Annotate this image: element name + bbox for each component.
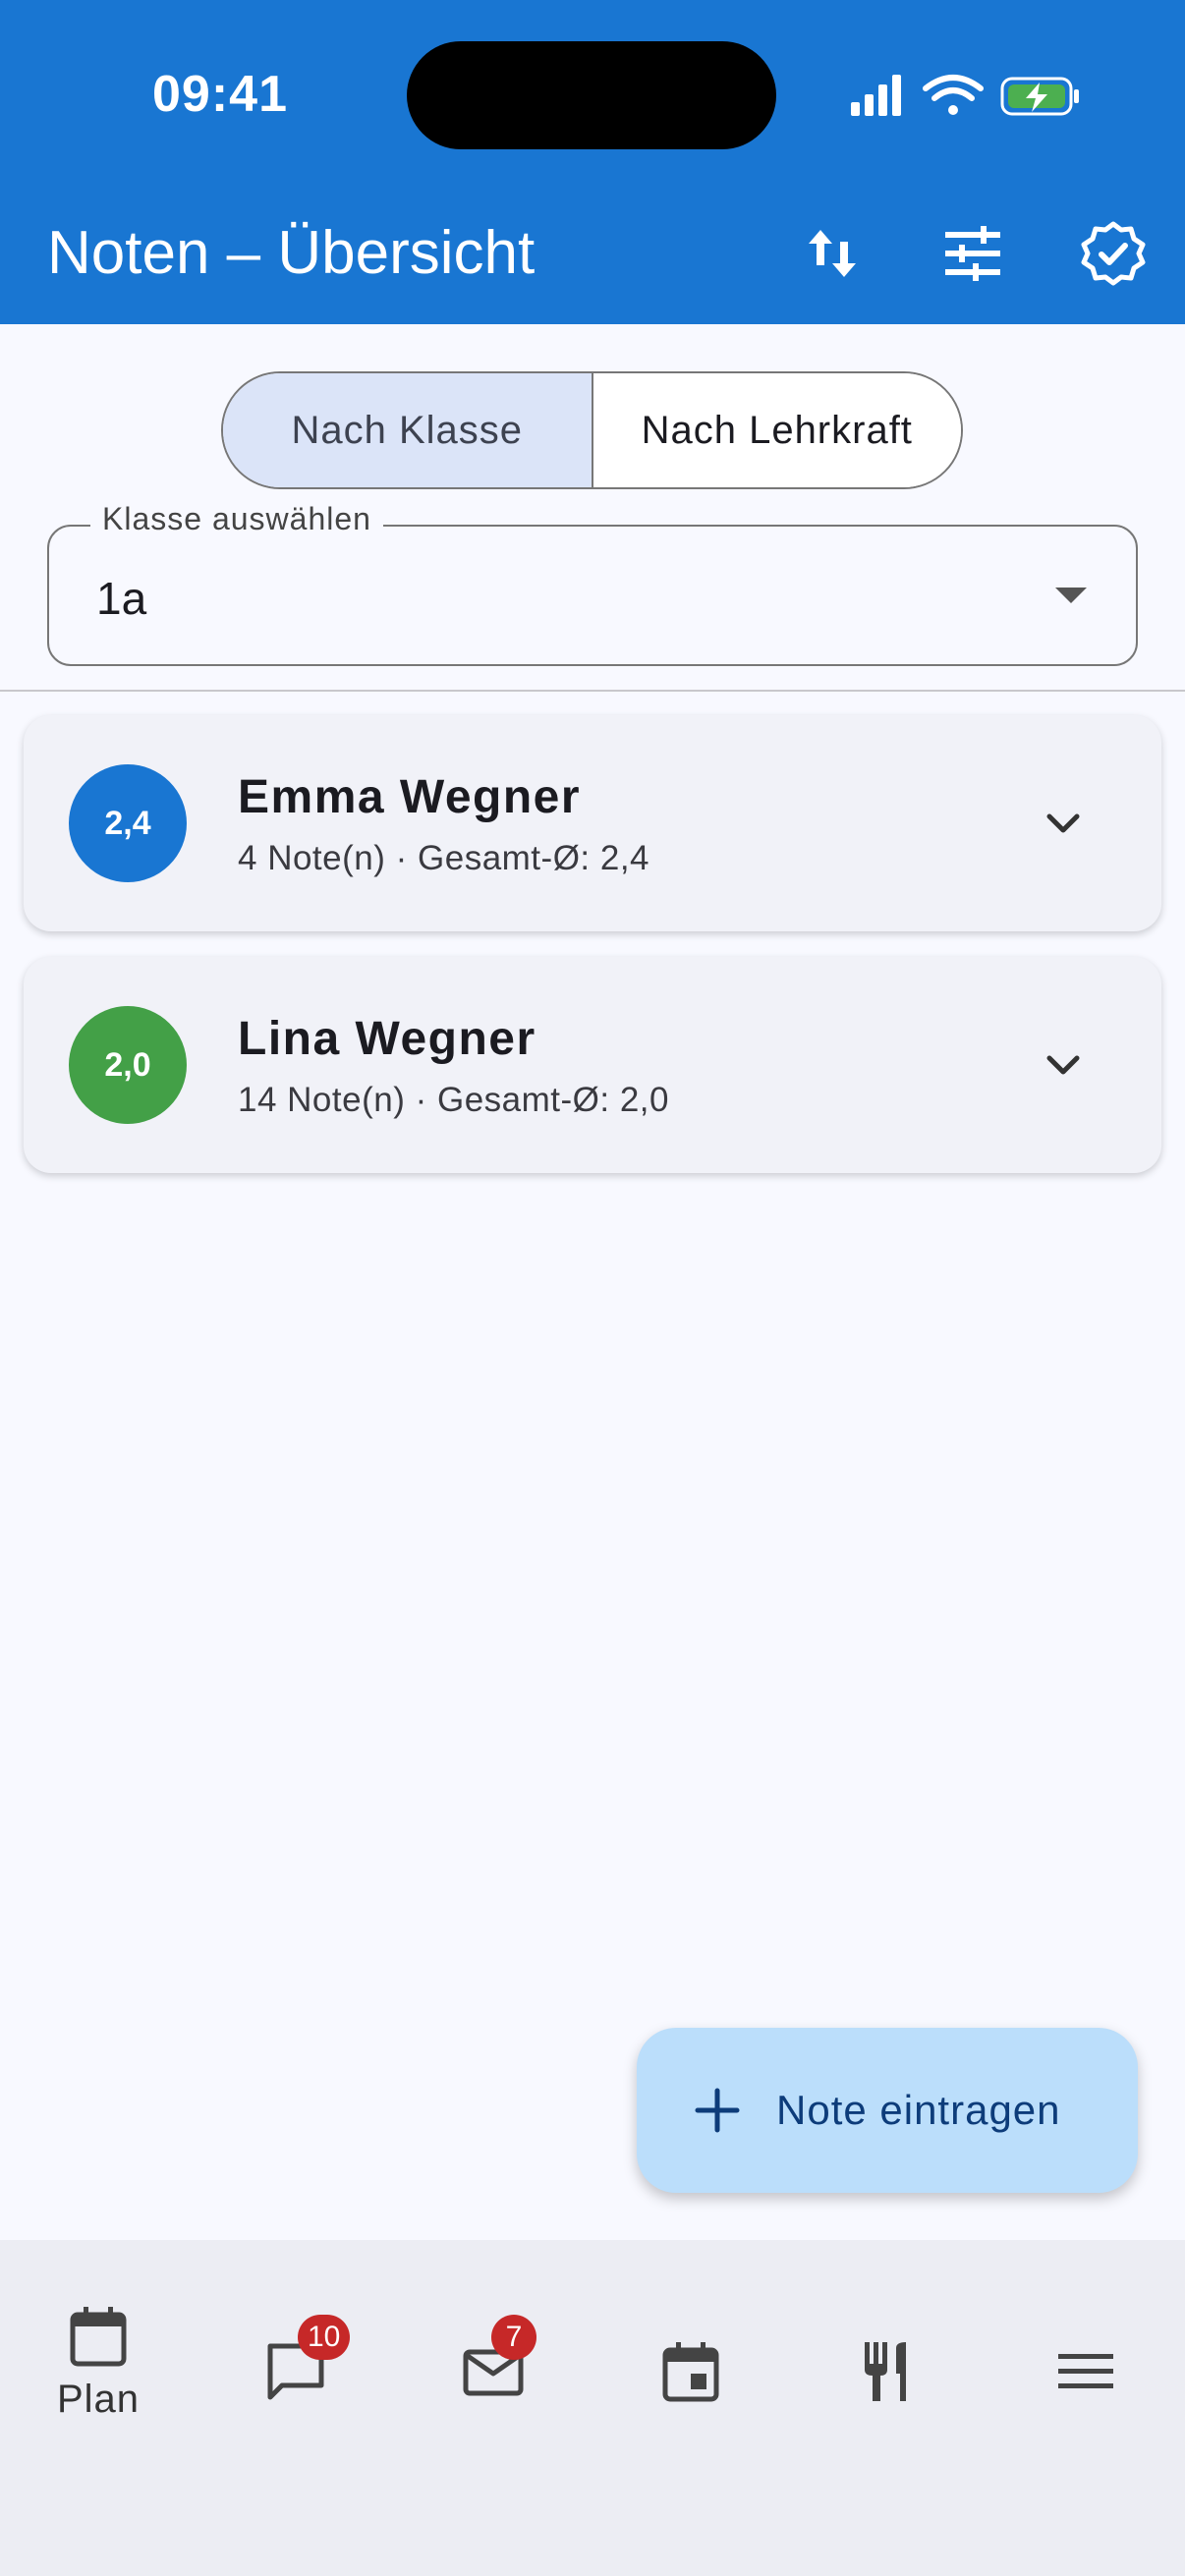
tab-by-teacher[interactable]: Nach Lehrkraft	[592, 373, 961, 487]
verified-badge-icon	[1081, 221, 1146, 286]
divider	[0, 690, 1185, 692]
mail-badge: 7	[491, 2315, 536, 2360]
app-bar: 09:41 Noten – Übersicht	[0, 0, 1185, 324]
status-time: 09:41	[152, 66, 288, 123]
student-summary: 4 Note(n) · Gesamt-Ø: 2,4	[238, 839, 650, 877]
tab-by-class[interactable]: Nach Klasse	[223, 373, 593, 487]
grade-average-avatar: 2,0	[69, 1006, 187, 1124]
add-grade-label: Note eintragen	[776, 2087, 1061, 2133]
chevron-down-icon[interactable]	[1040, 800, 1087, 847]
student-card[interactable]: 2,0 Lina Wegner 14 Note(n) · Gesamt-Ø: 2…	[24, 957, 1161, 1173]
nav-item-menu[interactable]	[988, 2279, 1184, 2436]
sort-button[interactable]	[797, 218, 868, 289]
class-select-value: 1a	[96, 573, 147, 624]
class-select-label: Klasse auswählen	[90, 501, 383, 537]
nav-item-chat[interactable]: 10	[198, 2279, 394, 2436]
chevron-down-icon[interactable]	[1040, 1041, 1087, 1089]
tune-icon	[945, 226, 1000, 281]
dynamic-island	[407, 41, 776, 149]
student-card[interactable]: 2,4 Emma Wegner 4 Note(n) · Gesamt-Ø: 2,…	[24, 715, 1161, 931]
bottom-navigation: Plan 10 7	[0, 2240, 1185, 2576]
page-title: Noten – Übersicht	[47, 219, 536, 287]
restaurant-icon	[865, 2342, 906, 2401]
verify-button[interactable]	[1078, 218, 1149, 289]
sort-icon	[809, 230, 856, 277]
nav-item-mail[interactable]: 7	[395, 2279, 592, 2436]
filter-button[interactable]	[937, 218, 1008, 289]
signal-icon	[851, 75, 901, 116]
student-name: Emma Wegner	[238, 771, 582, 823]
student-summary: 14 Note(n) · Gesamt-Ø: 2,0	[238, 1081, 669, 1119]
nav-item-meals[interactable]	[790, 2279, 987, 2436]
add-grade-button[interactable]: Note eintragen	[637, 2028, 1138, 2193]
dropdown-arrow-icon	[1055, 588, 1087, 603]
calendar-icon	[70, 2307, 127, 2367]
plus-icon	[695, 2088, 740, 2133]
student-name: Lina Wegner	[238, 1013, 536, 1065]
menu-icon	[1058, 2354, 1113, 2388]
chat-badge: 10	[298, 2315, 351, 2360]
class-select[interactable]: Klasse auswählen 1a	[47, 501, 1138, 666]
grade-average-avatar: 2,4	[69, 764, 187, 882]
battery-icon	[1000, 77, 1079, 116]
nav-item-events[interactable]	[592, 2279, 789, 2436]
view-toggle: Nach Klasse Nach Lehrkraft	[221, 371, 963, 489]
status-icons	[851, 75, 1079, 116]
event-icon	[662, 2342, 719, 2402]
nav-item-plan[interactable]: Plan	[0, 2279, 197, 2436]
nav-label-plan: Plan	[56, 2378, 141, 2421]
wifi-icon	[923, 75, 984, 115]
